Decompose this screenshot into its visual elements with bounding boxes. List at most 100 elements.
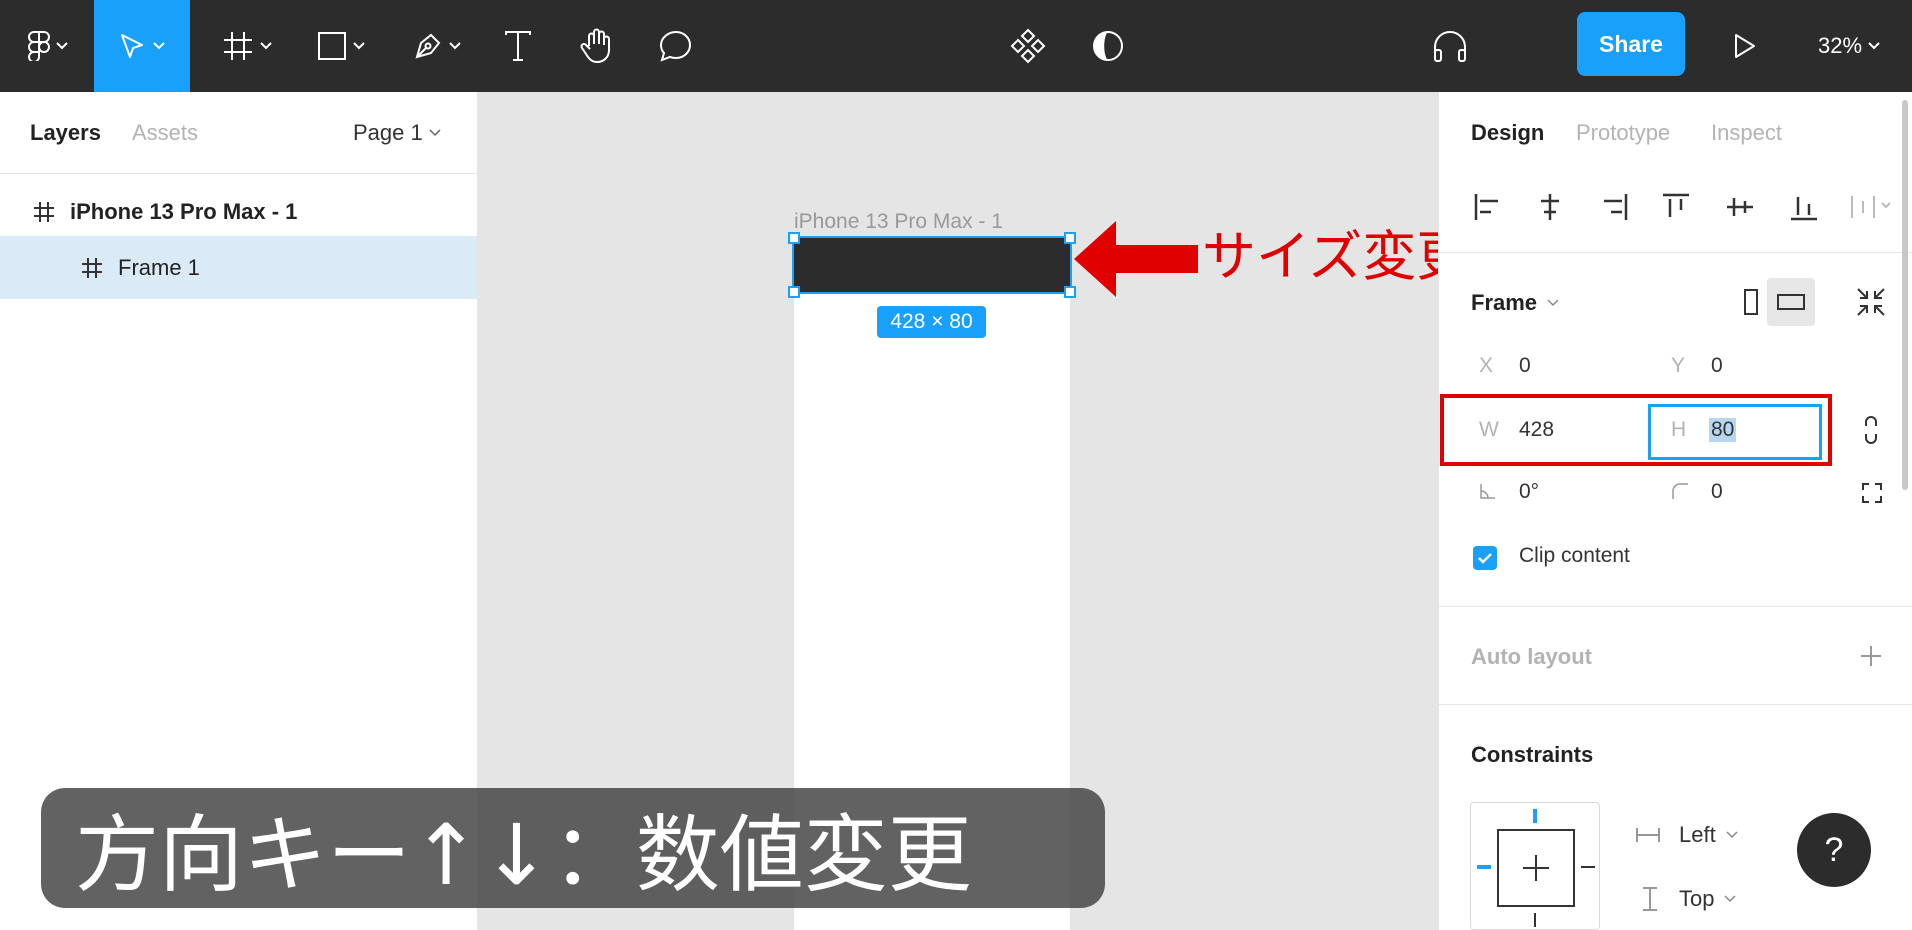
auto-layout-title: Auto layout bbox=[1471, 644, 1592, 669]
play-icon bbox=[1735, 34, 1755, 58]
pen-tool-button[interactable] bbox=[404, 0, 470, 92]
distribute-icon[interactable] bbox=[1849, 192, 1895, 222]
chevron-down-icon bbox=[429, 129, 441, 137]
divider bbox=[1439, 704, 1912, 705]
constraints-inner-box bbox=[1497, 829, 1575, 907]
zoom-dropdown[interactable]: 32% bbox=[1818, 0, 1880, 92]
vertical-constraint-icon bbox=[1643, 887, 1657, 911]
align-horizontal-center-icon[interactable] bbox=[1535, 192, 1565, 222]
tab-inspect[interactable]: Inspect bbox=[1711, 120, 1782, 146]
frame-title-label[interactable]: iPhone 13 Pro Max - 1 bbox=[794, 210, 1003, 234]
chevron-down-icon bbox=[153, 42, 165, 50]
vertical-constraint-dropdown[interactable]: Top bbox=[1679, 886, 1737, 912]
plus-icon bbox=[1523, 855, 1549, 881]
rectangle-tool-icon bbox=[318, 32, 346, 60]
share-button[interactable]: Share bbox=[1577, 12, 1685, 76]
comment-tool-icon bbox=[659, 30, 692, 62]
selected-frame[interactable] bbox=[792, 236, 1072, 294]
hand-tool-button[interactable] bbox=[576, 0, 618, 92]
layer-row-selected[interactable]: Frame 1 bbox=[0, 236, 477, 299]
horizontal-constraint-icon bbox=[1636, 828, 1660, 842]
mask-icon bbox=[1093, 31, 1123, 61]
chevron-down-icon bbox=[1547, 299, 1559, 307]
frame-tool-icon bbox=[224, 32, 252, 60]
constraint-bottom-handle[interactable] bbox=[1534, 913, 1536, 927]
components-button[interactable] bbox=[1008, 0, 1048, 92]
y-label: Y bbox=[1671, 354, 1686, 377]
help-button[interactable]: ? bbox=[1797, 813, 1871, 887]
clip-content-checkbox[interactable] bbox=[1473, 546, 1497, 570]
chevron-down-icon bbox=[1868, 42, 1880, 50]
layer-label: Frame 1 bbox=[118, 254, 200, 280]
rotation-input[interactable]: 0° bbox=[1519, 480, 1539, 504]
text-tool-button[interactable] bbox=[498, 0, 538, 92]
constraints-title: Constraints bbox=[1471, 742, 1594, 767]
y-input[interactable]: 0 bbox=[1711, 354, 1723, 378]
h-input-focused[interactable] bbox=[1648, 404, 1822, 460]
plus-icon[interactable] bbox=[1859, 644, 1883, 668]
audio-button[interactable] bbox=[1428, 0, 1472, 92]
resize-to-fit-icon[interactable] bbox=[1855, 286, 1887, 318]
resize-handle-top-left[interactable] bbox=[788, 232, 800, 244]
align-right-icon[interactable] bbox=[1599, 192, 1629, 222]
landscape-button[interactable] bbox=[1767, 278, 1815, 326]
layer-row[interactable]: iPhone 13 Pro Max - 1 bbox=[0, 180, 477, 243]
mask-button[interactable] bbox=[1088, 0, 1128, 92]
figma-menu-button[interactable] bbox=[18, 0, 78, 92]
independent-corners-icon[interactable] bbox=[1861, 482, 1883, 504]
components-icon bbox=[1010, 28, 1046, 64]
comment-tool-button[interactable] bbox=[654, 0, 698, 92]
x-input[interactable]: 0 bbox=[1519, 354, 1531, 378]
horizontal-constraint-dropdown[interactable]: Left bbox=[1679, 822, 1738, 848]
move-tool-icon bbox=[121, 34, 143, 58]
horizontal-constraint-value: Left bbox=[1679, 822, 1716, 847]
zoom-level: 32% bbox=[1818, 33, 1863, 58]
chevron-down-icon bbox=[260, 42, 272, 50]
move-tool-button[interactable] bbox=[94, 0, 190, 92]
rotation-icon bbox=[1480, 484, 1495, 499]
present-button[interactable] bbox=[1730, 0, 1760, 92]
figma-menu-icon bbox=[28, 31, 50, 61]
vertical-constraint-value: Top bbox=[1679, 886, 1715, 911]
align-left-icon[interactable] bbox=[1473, 192, 1503, 222]
toolbar: Share 32% bbox=[0, 0, 1912, 92]
resize-handle-bottom-left[interactable] bbox=[788, 286, 800, 298]
frame-icon bbox=[82, 257, 102, 278]
hand-tool-icon bbox=[580, 28, 610, 63]
text-tool-icon bbox=[505, 31, 531, 61]
chevron-down-icon bbox=[449, 42, 461, 50]
corner-radius-icon bbox=[1672, 483, 1688, 499]
checkmark-icon bbox=[1478, 553, 1492, 564]
page-selector[interactable]: Page 1 bbox=[353, 120, 441, 146]
align-vertical-center-icon[interactable] bbox=[1725, 192, 1755, 222]
panel-scrollbar[interactable] bbox=[1902, 100, 1908, 490]
left-panel-tabs: Layers Assets Page 1 bbox=[0, 92, 477, 174]
tab-layers[interactable]: Layers bbox=[30, 120, 101, 146]
caption-overlay: 方向キー↑↓：数値変更 bbox=[41, 788, 1105, 908]
align-top-icon[interactable] bbox=[1661, 192, 1691, 222]
rectangle-tool-button[interactable] bbox=[308, 0, 374, 92]
portrait-icon bbox=[1744, 289, 1758, 315]
constraints-widget[interactable] bbox=[1470, 802, 1600, 930]
constraint-right-handle[interactable] bbox=[1581, 866, 1595, 868]
clip-content-label: Clip content bbox=[1519, 544, 1630, 567]
constraint-left-handle[interactable] bbox=[1477, 865, 1491, 869]
divider bbox=[1439, 252, 1912, 253]
corner-radius-input[interactable]: 0 bbox=[1711, 480, 1723, 504]
chevron-down-icon bbox=[56, 42, 68, 50]
constrain-proportions-icon[interactable] bbox=[1863, 414, 1879, 446]
constraint-top-handle[interactable] bbox=[1533, 809, 1537, 823]
frame-tool-button[interactable] bbox=[212, 0, 282, 92]
layer-label: iPhone 13 Pro Max - 1 bbox=[70, 198, 298, 224]
chevron-down-icon bbox=[1726, 831, 1738, 839]
tab-design[interactable]: Design bbox=[1471, 120, 1544, 146]
chevron-down-icon bbox=[353, 42, 365, 50]
divider bbox=[1439, 606, 1912, 607]
tab-prototype[interactable]: Prototype bbox=[1576, 120, 1670, 146]
annotation-label: サイズ変更 bbox=[1202, 225, 1471, 288]
tab-assets[interactable]: Assets bbox=[132, 120, 198, 146]
frame-type-dropdown[interactable]: Frame bbox=[1471, 290, 1559, 316]
frame-icon bbox=[34, 201, 54, 222]
align-bottom-icon[interactable] bbox=[1789, 192, 1819, 222]
pen-tool-icon bbox=[415, 33, 441, 59]
